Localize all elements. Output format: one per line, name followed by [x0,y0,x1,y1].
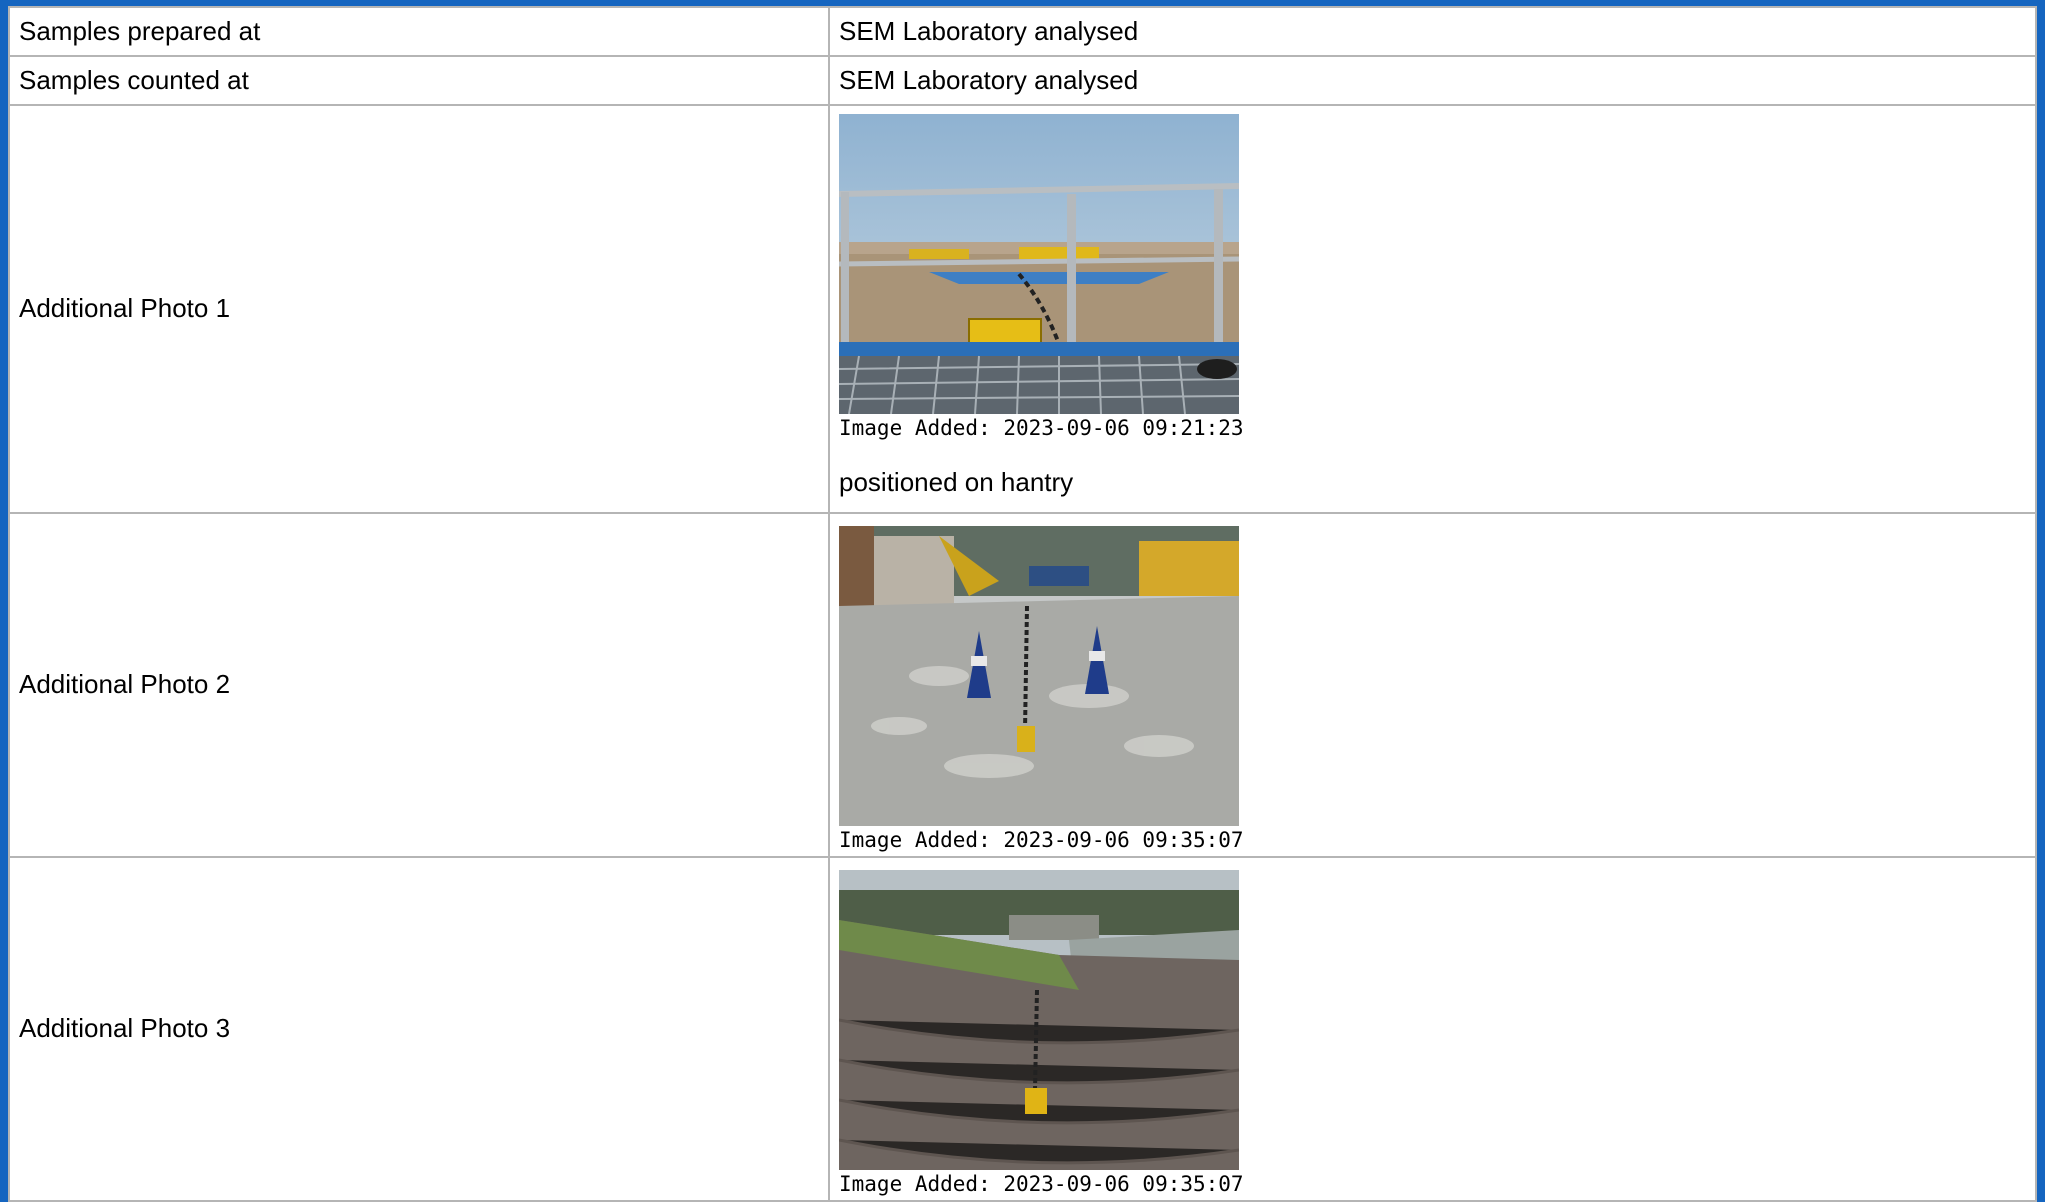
photo-label: Additional Photo 1 [8,103,830,515]
image-added-caption: Image Added: 2023-09-06 09:21:23 [839,416,1244,440]
report-table: Samples prepared at SEM Laboratory analy… [8,6,2037,1202]
table-row: Samples counted at SEM Laboratory analys… [8,55,2037,106]
photo-label: Additional Photo 2 [8,512,830,859]
photo-cell: Image Added: 2023-09-06 09:35:07 [828,856,2037,1202]
image-added-caption: Image Added: 2023-09-06 09:35:07 [839,827,1244,852]
site-photo-2[interactable] [839,525,1239,826]
table-row: Additional Photo 2 Image Added: 2023-09-… [8,512,2037,859]
row-value: SEM Laboratory analysed [828,55,2037,106]
photo-cell: Image Added: 2023-09-06 09:35:07 [828,512,2037,859]
row-label: Samples counted at [8,55,830,106]
table-row: Additional Photo 3 Image Added: 2023-09-… [8,856,2037,1202]
table-row: Samples prepared at SEM Laboratory analy… [8,6,2037,57]
photo-label: Additional Photo 3 [8,856,830,1202]
photo-cell: Image Added: 2023-09-06 09:21:23 positio… [828,103,2037,515]
row-value: SEM Laboratory analysed [828,6,2037,57]
table-row: Additional Photo 1 Image Added: 2023-09-… [8,103,2037,515]
site-photo-1[interactable] [839,114,1239,414]
image-added-caption: Image Added: 2023-09-06 09:35:07 [839,1171,1244,1196]
site-photo-3[interactable] [839,869,1239,1170]
photo-note: positioned on hantry [839,467,1074,498]
row-label: Samples prepared at [8,6,830,57]
report-frame: Samples prepared at SEM Laboratory analy… [0,0,2045,1202]
